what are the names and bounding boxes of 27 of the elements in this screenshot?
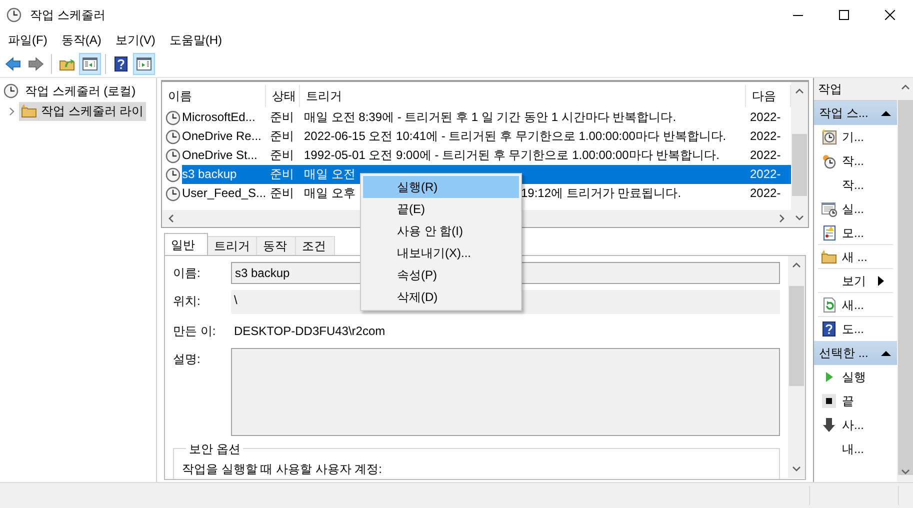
field-label: 설명: [173, 351, 202, 368]
table-cell-text: 준비 [269, 109, 295, 126]
section-title: 작업 스... [819, 104, 868, 122]
table-cell-text: 매일 오후 [304, 185, 356, 202]
table-cell: 2022- [746, 165, 791, 184]
table-cell: 매일 오전 [304, 167, 356, 181]
table-cell-text: 19:12에 트리거가 만료됩니다. [521, 185, 682, 202]
table-cell-text: 준비 [269, 185, 295, 202]
table-cell: 2022-06-15 오전 10:41에 - 트리거된 후 무기한으로 1.00:00:00마다 반복합니다. [304, 129, 726, 143]
table-cell: 매일 오전 8:39에 - 트리거된 후 1 일 기간 동안 1 시간마다 반복합니다. [304, 110, 676, 124]
pane-title: 작업 [814, 78, 897, 101]
table-cell-text: 2022- [749, 109, 782, 126]
author-text: DESKTOP-DD3FU43\r2com [233, 323, 386, 340]
field-label: 만든 이: [173, 323, 217, 340]
group-title: 보안 옵션 [186, 441, 244, 458]
table-cell-text: 준비 [269, 147, 295, 164]
table-cell: 1992-05-01 오전 9:00에 - 트리거된 후 무기한으로 1.00:00:00마다 반복합니다. [304, 148, 720, 162]
option-text: 작업을 실행할 때 사용할 사용자 계정: [182, 462, 382, 476]
table-cell-text: 2022- [749, 147, 782, 164]
section-title: 선택한 ... [819, 344, 868, 362]
table-cell-text: 2022- [749, 128, 782, 145]
table-cell: 준비 [266, 165, 300, 184]
field-label: 이름: [173, 265, 202, 282]
table-cell-text: 준비 [269, 128, 295, 145]
field-label: 위치: [173, 293, 202, 310]
table-cell-text: 2022- [749, 185, 782, 202]
window-title: 작업 스케줄러 [30, 6, 106, 24]
